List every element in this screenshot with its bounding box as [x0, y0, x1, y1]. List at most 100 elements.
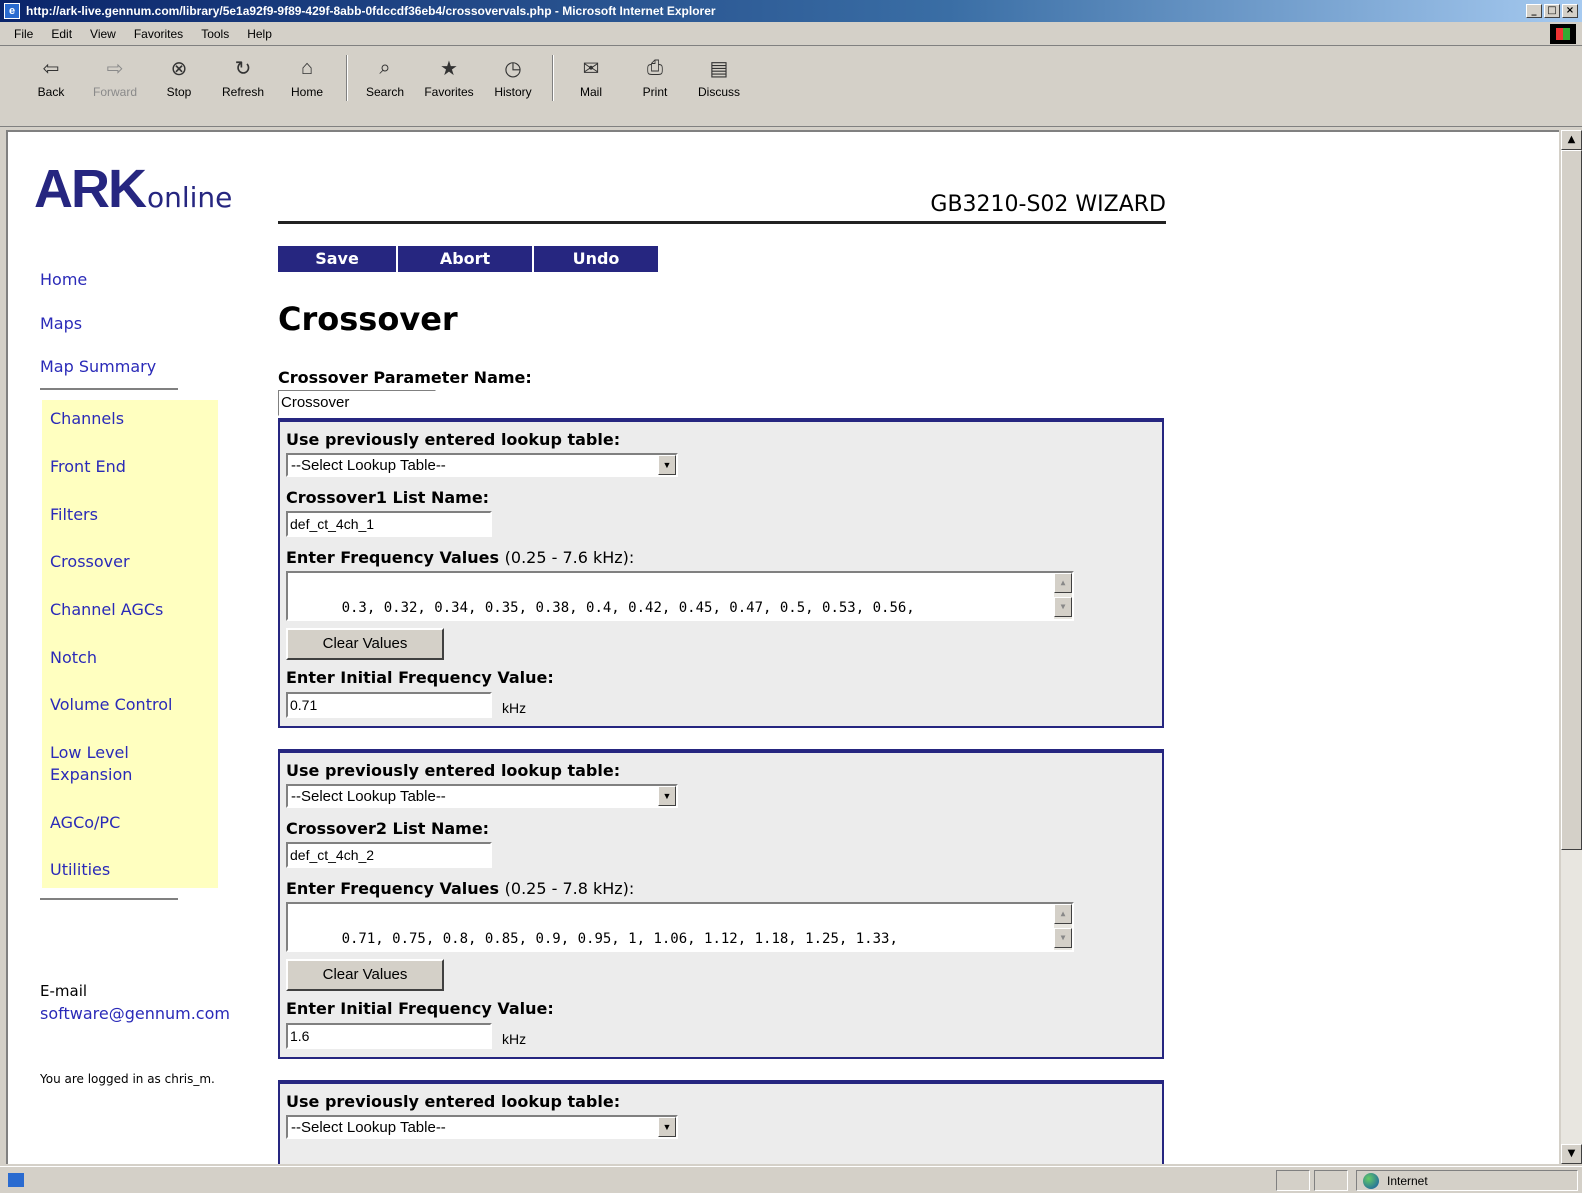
freq-range: (0.25 - 7.6 kHz):: [504, 548, 635, 567]
scroll-down-icon[interactable]: ▼: [1561, 1144, 1582, 1164]
close-icon[interactable]: ×: [1562, 4, 1578, 18]
lookup-label: Use previously entered lookup table:: [286, 761, 621, 780]
freq-range: (0.25 - 7.8 kHz):: [504, 879, 635, 898]
sidebar-item-channel-agcs[interactable]: Channel AGCs: [50, 599, 163, 621]
initial-freq-label: Enter Initial Frequency Value:: [286, 999, 554, 1018]
lookup-select[interactable]: --Select Lookup Table-- ▼: [286, 453, 678, 477]
search-icon: ⌕: [379, 56, 391, 79]
page-viewport: ARKonline GB3210-S02 WIZARD Save Abort U…: [6, 130, 1559, 1164]
clear-values-button[interactable]: Clear Values: [286, 628, 444, 660]
clear-values-button[interactable]: Clear Values: [286, 959, 444, 991]
globe-icon: [1363, 1172, 1379, 1189]
page-status-icon: [8, 1173, 24, 1187]
lookup-label: Use previously entered lookup table:: [286, 1092, 621, 1111]
crossover-panel: Use previously entered lookup table: --S…: [278, 418, 1164, 728]
scroll-down-icon[interactable]: ▼: [1054, 597, 1072, 617]
menu-favorites[interactable]: Favorites: [134, 27, 183, 41]
crossover-panel: Use previously entered lookup table: --S…: [278, 749, 1164, 1059]
sidebar-item-maps[interactable]: Maps: [40, 314, 82, 333]
sidebar-item-home[interactable]: Home: [40, 270, 87, 289]
minimize-icon[interactable]: _: [1526, 4, 1542, 18]
print-button[interactable]: ⎙ Print: [624, 55, 686, 100]
forward-button[interactable]: ⇨ Forward: [84, 55, 146, 100]
freq-values-textarea[interactable]: 0.3, 0.32, 0.34, 0.35, 0.38, 0.4, 0.42, …: [286, 571, 1074, 621]
status-cell: [1276, 1170, 1310, 1191]
initial-freq-label: Enter Initial Frequency Value:: [286, 668, 554, 687]
status-cell: [1314, 1170, 1348, 1191]
sidebar-divider: [40, 898, 178, 900]
lookup-select[interactable]: --Select Lookup Table-- ▼: [286, 1115, 678, 1139]
abort-button[interactable]: Abort: [398, 246, 532, 272]
security-zone: Internet: [1356, 1170, 1578, 1191]
window-title: http://ark-live.gennum.com/library/5e1a9…: [26, 4, 716, 18]
windows-logo-icon: [1550, 24, 1576, 44]
menu-view[interactable]: View: [90, 27, 116, 41]
history-button[interactable]: ◷ History: [482, 55, 544, 100]
home-button[interactable]: ⌂ Home: [276, 55, 338, 100]
param-name-input[interactable]: Crossover: [278, 390, 436, 416]
sidebar-item-map-summary[interactable]: Map Summary: [40, 357, 156, 376]
scroll-up-icon[interactable]: ▲: [1054, 573, 1072, 593]
page-scrollbar[interactable]: ▲ ▼: [1561, 130, 1582, 1164]
mail-button[interactable]: ✉ Mail: [560, 55, 622, 100]
freq-values-label: Enter Frequency Values (0.25 - 7.8 kHz):: [286, 879, 635, 898]
menu-tools[interactable]: Tools: [201, 27, 229, 41]
chevron-down-icon: ▼: [658, 1117, 676, 1137]
initial-freq-input[interactable]: 0.71: [286, 692, 492, 718]
favorites-button[interactable]: ★ Favorites: [418, 55, 480, 100]
initial-freq-input[interactable]: 1.6: [286, 1023, 492, 1049]
lookup-label: Use previously entered lookup table:: [286, 430, 621, 449]
scroll-up-icon[interactable]: ▲: [1561, 130, 1582, 150]
sidebar-item-agco-pc[interactable]: AGCo/PC: [50, 812, 120, 834]
sidebar-item-filters[interactable]: Filters: [50, 504, 98, 526]
refresh-button[interactable]: ↻ Refresh: [212, 55, 274, 100]
menu-edit[interactable]: Edit: [51, 27, 72, 41]
sidebar-item-utilities[interactable]: Utilities: [50, 859, 110, 881]
list-name-input[interactable]: def_ct_4ch_2: [286, 842, 492, 868]
action-bar: Save Abort Undo: [278, 246, 660, 272]
list-name-label: Crossover1 List Name:: [286, 488, 490, 507]
ark-online-logo: ARKonline: [34, 159, 233, 219]
window-titlebar: e http://ark-live.gennum.com/library/5e1…: [0, 0, 1582, 22]
list-name-input[interactable]: def_ct_4ch_1: [286, 511, 492, 537]
sidebar-item-low-level[interactable]: Low Level: [50, 742, 129, 764]
scroll-up-icon[interactable]: ▲: [1054, 904, 1072, 924]
stop-icon: ⊗: [170, 57, 188, 80]
back-arrow-icon: ⇦: [42, 57, 60, 80]
discuss-button[interactable]: ▤ Discuss: [688, 55, 750, 100]
maximize-icon[interactable]: □: [1544, 4, 1560, 18]
save-button[interactable]: Save: [278, 246, 396, 272]
freq-values-label: Enter Frequency Values (0.25 - 7.6 kHz):: [286, 548, 635, 567]
forward-arrow-icon: ⇨: [106, 57, 124, 80]
scroll-thumb[interactable]: [1561, 150, 1582, 850]
back-button[interactable]: ⇦ Back: [20, 55, 82, 100]
scroll-down-icon[interactable]: ▼: [1054, 928, 1072, 948]
email-link[interactable]: software@gennum.com: [40, 1004, 230, 1023]
unit-label: kHz: [502, 700, 527, 716]
sidebar-item-channels[interactable]: Channels: [50, 408, 124, 430]
sidebar-item-expansion[interactable]: Expansion: [50, 764, 132, 786]
lookup-select[interactable]: --Select Lookup Table-- ▼: [286, 784, 678, 808]
sidebar-item-front-end[interactable]: Front End: [50, 456, 126, 478]
sidebar-item-volume-control[interactable]: Volume Control: [50, 694, 172, 716]
menu-help[interactable]: Help: [247, 27, 272, 41]
email-label: E-mail: [40, 982, 88, 1000]
status-bar: Internet: [0, 1166, 1582, 1193]
favorites-icon: ★: [440, 57, 458, 80]
refresh-icon: ↻: [234, 57, 252, 80]
mail-icon: ✉: [582, 57, 600, 80]
textarea-scrollbar[interactable]: ▲ ▼: [1054, 904, 1072, 950]
textarea-scrollbar[interactable]: ▲ ▼: [1054, 573, 1072, 619]
chevron-down-icon: ▼: [658, 455, 676, 475]
home-icon: ⌂: [300, 56, 314, 79]
undo-button[interactable]: Undo: [534, 246, 658, 272]
toolbar-separator: [346, 55, 348, 101]
sidebar-item-notch[interactable]: Notch: [50, 647, 97, 669]
freq-values-textarea[interactable]: 0.71, 0.75, 0.8, 0.85, 0.9, 0.95, 1, 1.0…: [286, 902, 1074, 952]
search-button[interactable]: ⌕ Search: [354, 55, 416, 100]
chevron-down-icon: ▼: [658, 786, 676, 806]
menu-file[interactable]: File: [14, 27, 33, 41]
crossover-panel: Use previously entered lookup table: --S…: [278, 1080, 1164, 1164]
sidebar-item-crossover[interactable]: Crossover: [50, 551, 130, 573]
stop-button[interactable]: ⊗ Stop: [148, 55, 210, 100]
